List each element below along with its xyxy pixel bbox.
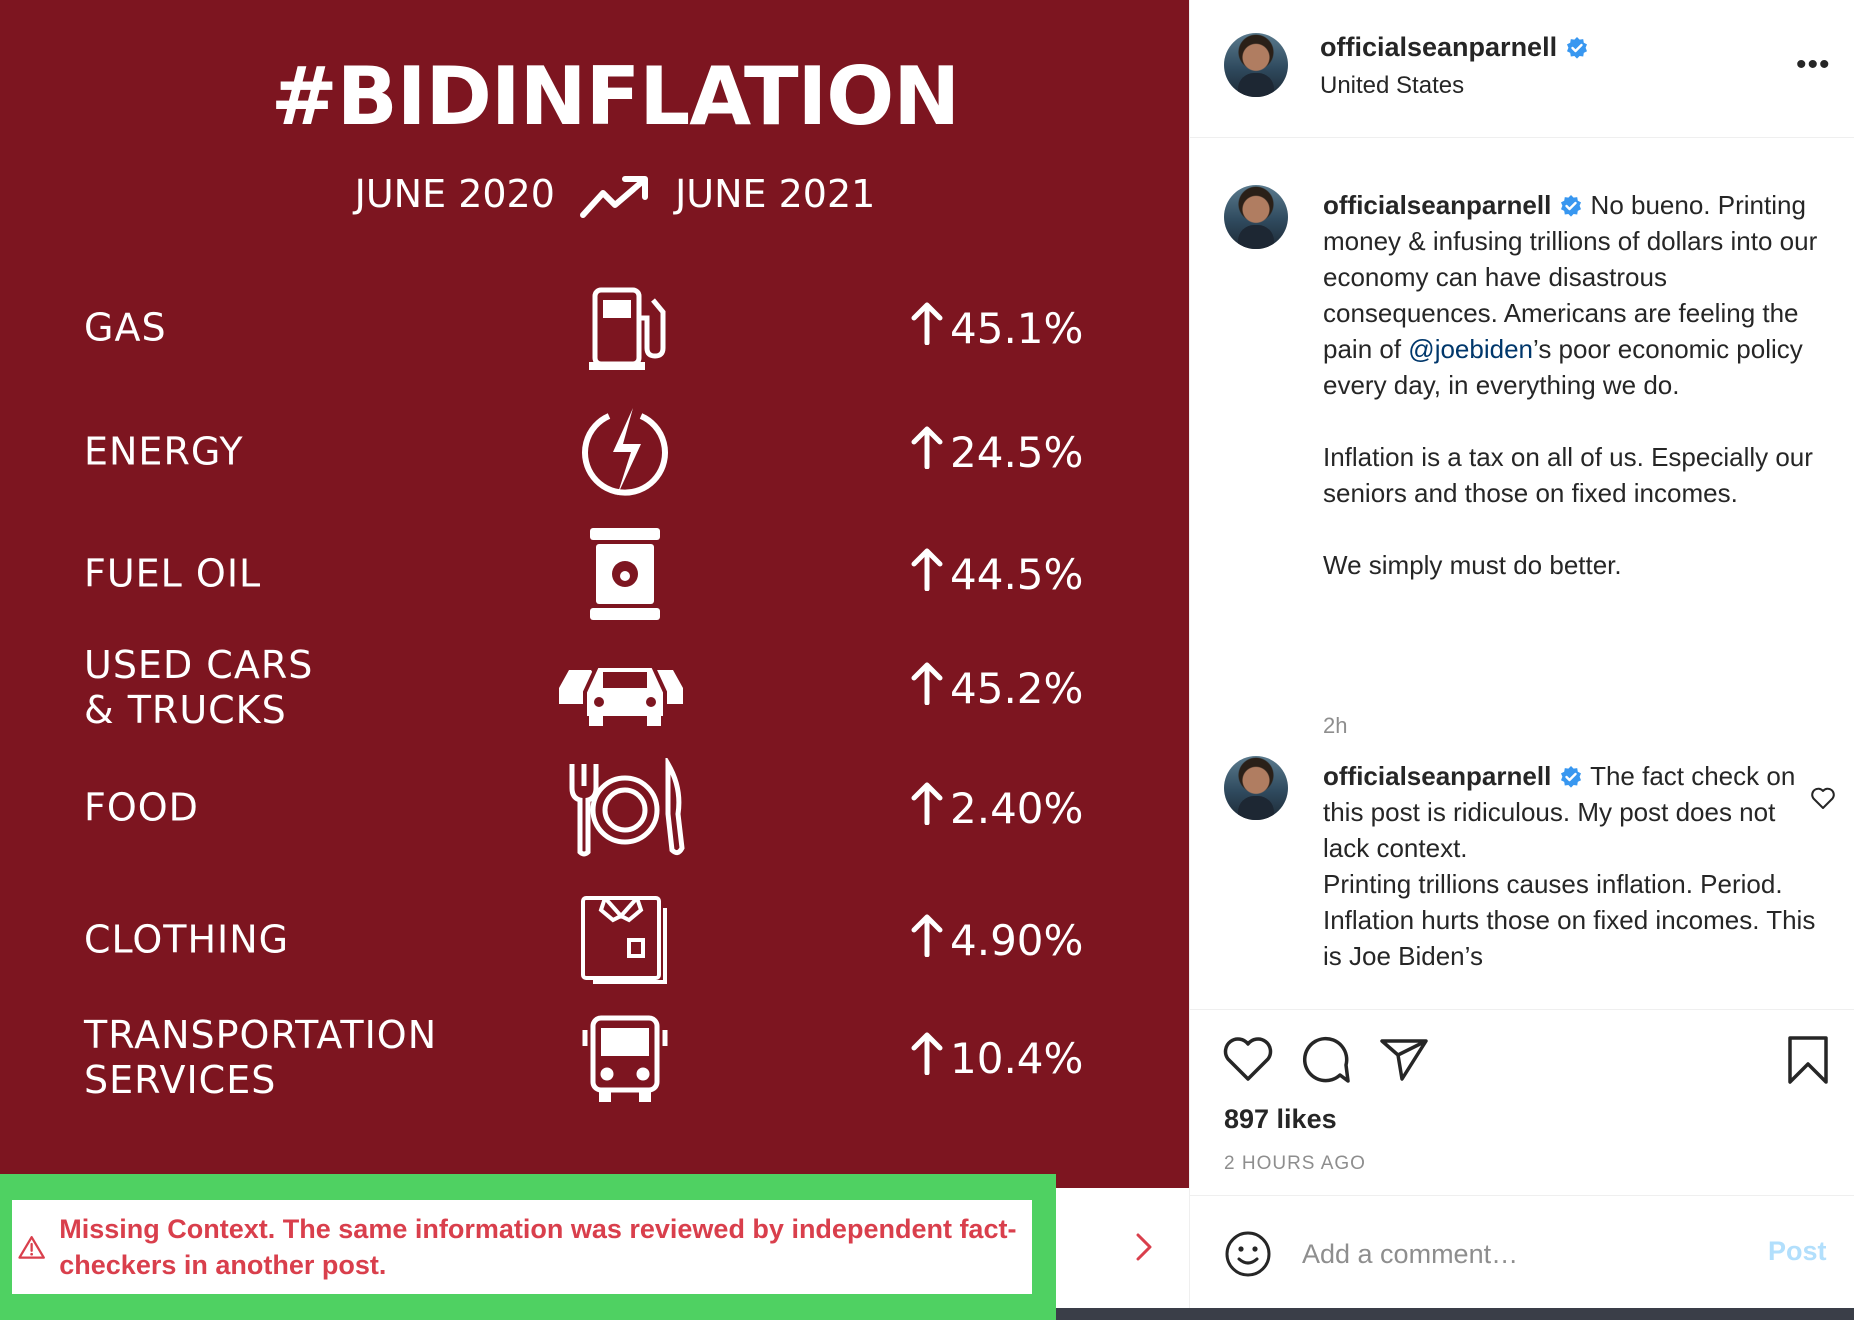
- caption-body: officialseanparnell No bueno. Printing m…: [1323, 187, 1823, 583]
- plate-cutlery-icon: [555, 758, 695, 858]
- mention-link[interactable]: @joebiden: [1408, 334, 1533, 364]
- save-bookmark-icon[interactable]: [1786, 1035, 1830, 1085]
- inflation-row-energy: ENERGY 24.5%: [0, 392, 1189, 512]
- inflation-row-clothing: CLOTHING 4.90%: [0, 880, 1189, 1000]
- warning-icon: [18, 1236, 45, 1259]
- percent-value: 10.4%: [910, 1031, 1083, 1085]
- lightning-bolt-icon: [555, 402, 695, 502]
- comment-text: The fact check on this post is ridiculou…: [1323, 761, 1816, 971]
- percent-value: 45.1%: [910, 301, 1083, 355]
- gas-pump-icon: [555, 278, 695, 378]
- post-comment-button[interactable]: Post: [1768, 1236, 1827, 1267]
- post-image: #BIDINFLATION JUNE 2020 JUNE 2021 GAS 45…: [0, 0, 1189, 1188]
- emoji-icon[interactable]: [1224, 1230, 1272, 1278]
- percent-text: 2.40%: [950, 783, 1084, 833]
- caption-text-end: ’s poor economic policy every day, in ev…: [1323, 334, 1813, 580]
- category-label: USED CARS & TRUCKS: [84, 643, 314, 732]
- comment-bubble-icon[interactable]: [1300, 1035, 1352, 1085]
- post-sidebar: officialseanparnell United States ••• of…: [1189, 0, 1854, 1308]
- inflation-row-fuel-oil: FUEL OIL 44.5%: [0, 514, 1189, 634]
- more-options-icon[interactable]: •••: [1796, 50, 1831, 80]
- share-paper-plane-icon[interactable]: [1378, 1035, 1430, 1083]
- comment-body: officialseanparnell The fact check on th…: [1323, 758, 1823, 974]
- post-header: officialseanparnell United States •••: [1190, 0, 1854, 138]
- location-link[interactable]: United States: [1320, 72, 1464, 100]
- avatar[interactable]: [1224, 756, 1288, 820]
- percent-value: 45.2%: [910, 661, 1083, 715]
- bus-icon: [555, 1008, 695, 1108]
- percent-value: 4.90%: [910, 913, 1083, 967]
- date-from: JUNE 2020: [354, 172, 555, 216]
- inflation-row-used-cars: USED CARS & TRUCKS 45.2%: [0, 628, 1189, 748]
- verified-badge-icon: [1567, 36, 1588, 59]
- trend-up-icon: [579, 175, 651, 219]
- username-link[interactable]: officialseanparnell: [1323, 761, 1551, 791]
- category-label: ENERGY: [84, 429, 244, 474]
- arrow-up-icon: [910, 781, 944, 835]
- comment-bar: Post: [1190, 1195, 1854, 1308]
- comment-input[interactable]: [1302, 1234, 1762, 1274]
- actions-bar: 897 likes 2 HOURS AGO: [1190, 1009, 1854, 1195]
- avatar[interactable]: [1224, 33, 1288, 97]
- verified-badge-icon: [1561, 766, 1582, 788]
- factcheck-text: Missing Context. The same information wa…: [59, 1214, 1017, 1280]
- arrow-up-icon: [910, 1031, 944, 1085]
- avatar[interactable]: [1224, 185, 1288, 249]
- factcheck-banner[interactable]: Missing Context. The same information wa…: [12, 1200, 1032, 1294]
- category-label: GAS: [84, 305, 167, 350]
- cars-icon: [555, 638, 695, 738]
- arrow-up-icon: [910, 913, 944, 967]
- date-range: JUNE 2020 JUNE 2021: [0, 172, 1189, 219]
- percent-value: 24.5%: [910, 425, 1083, 479]
- post-timestamp[interactable]: 2 HOURS AGO: [1224, 1153, 1366, 1175]
- shirt-icon: [555, 890, 695, 990]
- inflation-row-transportation: TRANSPORTATION SERVICES 10.4%: [0, 998, 1189, 1118]
- verified-badge-icon: [1561, 195, 1582, 217]
- username-link[interactable]: officialseanparnell: [1323, 190, 1551, 220]
- username-text[interactable]: officialseanparnell: [1320, 32, 1557, 63]
- arrow-up-icon: [910, 301, 944, 355]
- percent-value: 2.40%: [910, 781, 1083, 835]
- username-link[interactable]: officialseanparnell: [1320, 32, 1589, 63]
- arrow-up-icon: [910, 661, 944, 715]
- caption-timestamp[interactable]: 2h: [1323, 713, 1347, 739]
- percent-text: 4.90%: [950, 915, 1084, 965]
- percent-text: 24.5%: [950, 427, 1084, 477]
- comments-area[interactable]: officialseanparnell No bueno. Printing m…: [1190, 139, 1854, 1009]
- percent-text: 45.2%: [950, 663, 1084, 713]
- category-label: CLOTHING: [84, 917, 290, 962]
- inflation-row-food: FOOD 2.40%: [0, 748, 1189, 868]
- chevron-right-icon[interactable]: [1132, 1232, 1156, 1262]
- category-label: FUEL OIL: [84, 551, 262, 596]
- arrow-up-icon: [910, 425, 944, 479]
- category-label: FOOD: [84, 785, 199, 830]
- factcheck-highlight-frame: Missing Context. The same information wa…: [0, 1174, 1056, 1320]
- percent-text: 45.1%: [950, 303, 1084, 353]
- oil-barrel-icon: [555, 524, 695, 624]
- factcheck-strip[interactable]: [1056, 1188, 1189, 1308]
- heart-icon[interactable]: [1810, 786, 1836, 810]
- inflation-row-gas: GAS 45.1%: [0, 268, 1189, 388]
- percent-text: 44.5%: [950, 549, 1084, 599]
- infographic-title: #BIDINFLATION: [270, 50, 961, 143]
- arrow-up-icon: [910, 547, 944, 601]
- percent-text: 10.4%: [950, 1033, 1084, 1083]
- date-to: JUNE 2021: [675, 172, 876, 216]
- likes-count[interactable]: 897 likes: [1224, 1104, 1337, 1135]
- like-heart-icon[interactable]: [1222, 1035, 1274, 1083]
- page-bottom-strip: [1056, 1308, 1854, 1320]
- category-label: TRANSPORTATION SERVICES: [84, 1013, 438, 1102]
- percent-value: 44.5%: [910, 547, 1083, 601]
